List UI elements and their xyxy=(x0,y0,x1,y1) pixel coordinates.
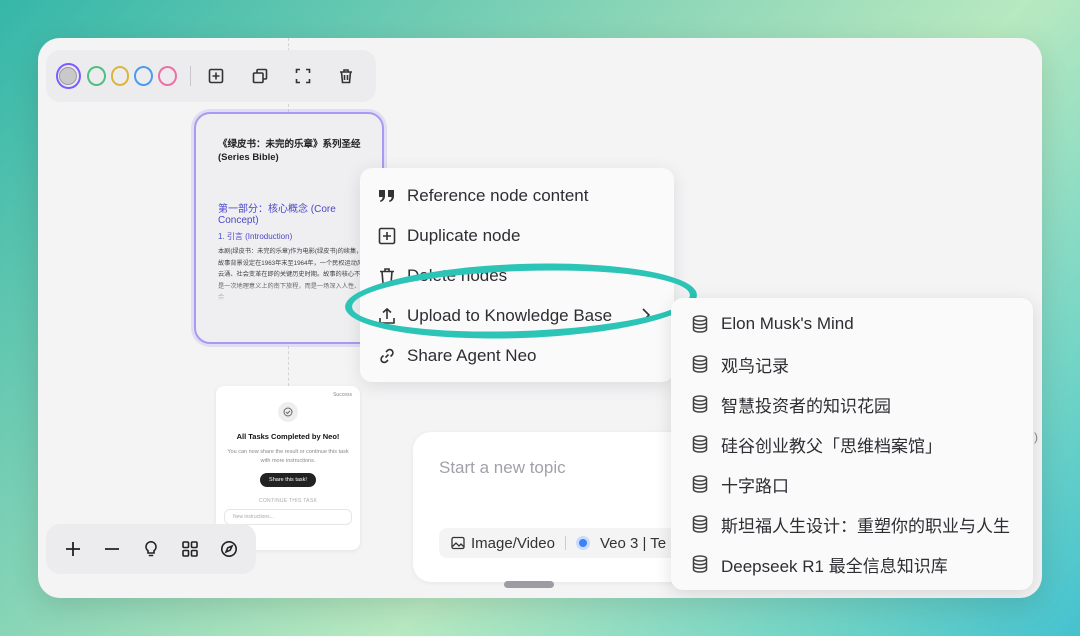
doc-section-heading: 第一部分：核心概念 (Core Concept) xyxy=(218,204,336,226)
color-swatch-green[interactable] xyxy=(86,66,106,86)
kb-item[interactable]: 十字路口 xyxy=(671,464,1033,504)
model-chip[interactable]: Veo 3 | Te xyxy=(575,534,667,552)
chevron-right-icon[interactable]: ) xyxy=(1034,430,1038,444)
canvas-controls xyxy=(46,524,256,574)
scroll-handle[interactable] xyxy=(504,581,554,588)
grid-icon[interactable] xyxy=(178,536,203,562)
kb-item[interactable]: Deepseek R1 最全信息知识库 xyxy=(671,544,1033,584)
task-title: All Tasks Completed by Neo! xyxy=(236,432,340,441)
knowledge-base-submenu: Elon Musk's Mind 观鸟记录 智慧投资者的知识花园 硅谷创业教父「… xyxy=(671,298,1033,590)
composer-chips: Image/Video Veo 3 | Te xyxy=(439,528,703,558)
share-task-button[interactable]: Share this task! xyxy=(260,473,316,487)
copy-icon[interactable] xyxy=(246,62,272,90)
database-icon xyxy=(691,355,709,373)
doc-subsection-heading: 1. 引言 (Introduction) xyxy=(218,232,293,241)
model-chip-label: Veo 3 | Te xyxy=(599,534,667,552)
media-chip-label: Image/Video xyxy=(471,534,555,552)
color-swatch-blue[interactable] xyxy=(134,66,154,86)
chip-divider xyxy=(564,536,566,550)
database-icon xyxy=(691,555,709,573)
menu-item-label: Share Agent Neo xyxy=(407,346,537,365)
minus-icon[interactable] xyxy=(99,536,124,562)
lightbulb-icon[interactable] xyxy=(138,536,163,562)
kb-item-label: 智慧投资者的知识花园 xyxy=(721,396,891,416)
add-box-icon xyxy=(377,226,397,246)
kb-item-label: 十字路口 xyxy=(721,476,789,496)
menu-item-duplicate-node[interactable]: Duplicate node xyxy=(360,216,674,256)
connector-line xyxy=(288,346,289,386)
status-badge: Success xyxy=(333,392,352,398)
continue-task-label: CONTINUE THIS TASK xyxy=(258,498,318,504)
toolbar-divider xyxy=(190,66,192,86)
database-icon xyxy=(691,395,709,413)
database-icon xyxy=(691,515,709,533)
kb-item-label: 硅谷创业教父「思维档案馆」 xyxy=(721,436,942,456)
database-icon xyxy=(691,475,709,493)
plus-icon[interactable] xyxy=(60,536,85,562)
doc-title: 《绿皮书：未完的乐章》系列圣经 (Series Bible) xyxy=(218,139,361,163)
doc-body-text: 本剧(绿皮书：未完的乐章)作为电影(绿皮书)的续集，将故事背景设定在1963年末… xyxy=(218,248,370,301)
node-toolbar xyxy=(46,50,376,102)
menu-item-label: Duplicate node xyxy=(407,226,521,245)
model-icon xyxy=(575,536,590,550)
kb-item-label: Elon Musk's Mind xyxy=(721,314,854,333)
compass-icon[interactable] xyxy=(217,536,242,562)
menu-item-label: Reference node content xyxy=(407,186,589,205)
kb-item-label: Deepseek R1 最全信息知识库 xyxy=(721,556,948,576)
check-circle-icon xyxy=(278,402,298,422)
color-swatch-yellow[interactable] xyxy=(110,66,130,86)
kb-item[interactable]: 智慧投资者的知识花园 xyxy=(671,384,1033,424)
trash-icon[interactable] xyxy=(333,62,359,90)
task-instructions-input[interactable]: New instructions... xyxy=(224,509,352,525)
task-description: You can now share the result or continue… xyxy=(227,449,349,464)
canvas-window: 《绿皮书：未完的乐章》系列圣经 (Series Bible) 第一部分：核心概念… xyxy=(38,38,1042,598)
new-topic-input[interactable] xyxy=(439,458,689,478)
menu-item-share-agent[interactable]: Share Agent Neo xyxy=(360,336,674,376)
add-box-icon[interactable] xyxy=(203,62,229,90)
quote-icon xyxy=(377,186,397,206)
color-swatch-gray[interactable] xyxy=(56,63,81,89)
fullscreen-icon[interactable] xyxy=(290,62,316,90)
media-chip[interactable]: Image/Video xyxy=(451,535,555,552)
link-icon xyxy=(377,346,397,366)
kb-item[interactable]: 硅谷创业教父「思维档案馆」 xyxy=(671,424,1033,464)
composer-panel: Image/Video Veo 3 | Te xyxy=(413,432,703,582)
kb-item-label: 观鸟记录 xyxy=(721,356,789,376)
image-icon xyxy=(451,536,465,550)
kb-item[interactable]: 观鸟记录 xyxy=(671,344,1033,384)
color-swatch-pink[interactable] xyxy=(158,66,178,86)
kb-item[interactable]: Elon Musk's Mind xyxy=(671,304,1033,344)
database-icon xyxy=(691,315,709,333)
kb-item-label: 斯坦福人生设计：重塑你的职业与人生 xyxy=(721,516,1010,536)
kb-item[interactable]: 斯坦福人生设计：重塑你的职业与人生 xyxy=(671,504,1033,544)
database-icon xyxy=(691,435,709,453)
menu-item-reference-node[interactable]: Reference node content xyxy=(360,176,674,216)
